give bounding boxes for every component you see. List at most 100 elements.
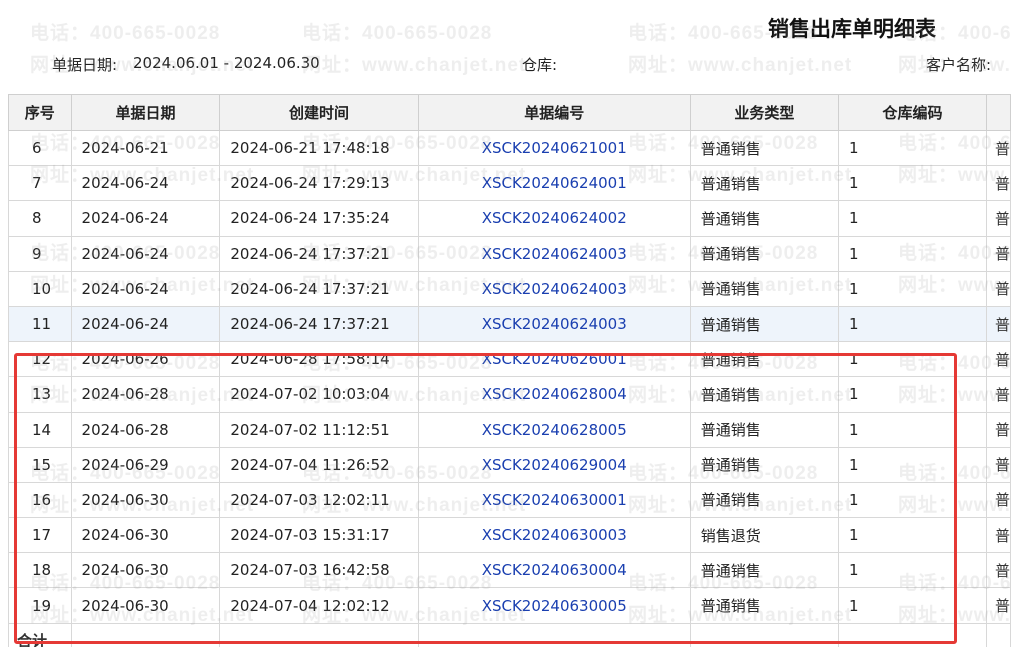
cell-overflow: 普: [985, 446, 1011, 483]
table-row[interactable]: 16 2024-06-30 2024-07-03 12:02:11 XSCK20240…: [8, 481, 1011, 519]
cell-doc-number-link[interactable]: XSCK20240626001: [417, 341, 691, 378]
cell-warehouse-code: 1: [837, 305, 987, 343]
total-cell: [837, 622, 987, 647]
table-row[interactable]: 7 2024-06-24 2024-06-24 17:29:13 XSCK202406…: [8, 165, 1011, 202]
table-row[interactable]: 11 2024-06-24 2024-06-24 17:37:21 XSCK20240…: [8, 305, 1011, 343]
warehouse-label: 仓库:: [522, 56, 558, 74]
cell-seq: 8: [8, 200, 72, 237]
cell-doc-date: 2024-06-30: [70, 552, 221, 589]
cell-doc-number-link[interactable]: XSCK20240624003: [417, 270, 691, 307]
cell-warehouse-code: 1: [837, 517, 987, 554]
cell-doc-number-link[interactable]: XSCK20240628004: [417, 376, 691, 413]
cell-doc-number-link[interactable]: XSCK20240624003: [417, 305, 691, 343]
cell-doc-number-link[interactable]: XSCK20240630001: [417, 481, 691, 519]
col-header-warehouse-code[interactable]: 仓库编码: [837, 94, 987, 131]
col-header-doc-date[interactable]: 单据日期: [70, 94, 221, 131]
cell-business-type: 普通销售: [689, 129, 839, 167]
col-header-business-type[interactable]: 业务类型: [689, 94, 839, 131]
table-row[interactable]: 8 2024-06-24 2024-06-24 17:35:24 XSCK202406…: [8, 200, 1011, 237]
cell-warehouse-code: 1: [837, 235, 987, 272]
cell-warehouse-code: 1: [837, 552, 987, 589]
cell-overflow: 普: [985, 165, 1011, 202]
cell-doc-number-link[interactable]: XSCK20240629004: [417, 446, 691, 483]
cell-seq: 10: [8, 270, 72, 307]
cell-overflow: 普: [985, 200, 1011, 237]
cell-seq: 7: [8, 165, 72, 202]
cell-warehouse-code: 1: [837, 587, 987, 624]
table-row[interactable]: 13 2024-06-28 2024-07-02 10:03:04 XSCK20240…: [8, 376, 1011, 413]
cell-warehouse-code: 1: [837, 411, 987, 448]
cell-doc-number-link[interactable]: XSCK20240630003: [417, 517, 691, 554]
cell-business-type: 普通销售: [689, 411, 839, 448]
report-title: 销售出库单明细表: [768, 17, 936, 41]
cell-warehouse-code: 1: [837, 270, 987, 307]
table-header-row: 序号 单据日期 创建时间 单据编号 业务类型 仓库编码: [8, 94, 1011, 131]
cell-created-time: 2024-07-02 10:03:04: [219, 376, 419, 413]
total-label: 合计: [8, 622, 72, 647]
table-row[interactable]: 17 2024-06-30 2024-07-03 15:31:17 XSCK20240…: [8, 517, 1011, 554]
watermark-phone-text: 电话：400-665-0028: [302, 23, 493, 44]
col-header-seq[interactable]: 序号: [8, 94, 72, 131]
cell-overflow: 普: [985, 129, 1011, 167]
total-cell: [70, 622, 221, 647]
cell-warehouse-code: 1: [837, 129, 987, 167]
cell-overflow: 普: [985, 552, 1011, 589]
cell-business-type: 普通销售: [689, 270, 839, 307]
cell-created-time: 2024-07-03 16:42:58: [219, 552, 419, 589]
cell-business-type: 普通销售: [689, 376, 839, 413]
table-row[interactable]: 14 2024-06-28 2024-07-02 11:12:51 XSCK20240…: [8, 411, 1011, 448]
total-cell: [417, 622, 691, 647]
date-range-label: 单据日期:: [52, 56, 118, 74]
cell-created-time: 2024-06-24 17:29:13: [219, 165, 419, 202]
cell-business-type: 普通销售: [689, 165, 839, 202]
cell-doc-number-link[interactable]: XSCK20240621001: [417, 129, 691, 167]
cell-overflow: 普: [985, 305, 1011, 343]
table-row[interactable]: 12 2024-06-26 2024-06-28 17:58:14 XSCK20240…: [8, 341, 1011, 378]
cell-doc-number-link[interactable]: XSCK20240628005: [417, 411, 691, 448]
cell-doc-date: 2024-06-24: [70, 200, 221, 237]
cell-overflow: 普: [985, 481, 1011, 519]
col-header-doc-number[interactable]: 单据编号: [417, 94, 691, 131]
cell-doc-number-link[interactable]: XSCK20240630004: [417, 552, 691, 589]
cell-seq: 15: [8, 446, 72, 483]
cell-doc-date: 2024-06-26: [70, 341, 221, 378]
cell-seq: 13: [8, 376, 72, 413]
cell-business-type: 普通销售: [689, 446, 839, 483]
cell-created-time: 2024-07-04 12:02:12: [219, 587, 419, 624]
cell-warehouse-code: 1: [837, 341, 987, 378]
cell-created-time: 2024-07-02 11:12:51: [219, 411, 419, 448]
table-row[interactable]: 9 2024-06-24 2024-06-24 17:37:21 XSCK202406…: [8, 235, 1011, 272]
cell-doc-date: 2024-06-24: [70, 305, 221, 343]
table-row[interactable]: 15 2024-06-29 2024-07-04 11:26:52 XSCK20240…: [8, 446, 1011, 483]
cell-doc-number-link[interactable]: XSCK20240630005: [417, 587, 691, 624]
cell-warehouse-code: 1: [837, 376, 987, 413]
cell-doc-number-link[interactable]: XSCK20240624002: [417, 200, 691, 237]
cell-overflow: 普: [985, 270, 1011, 307]
table-row[interactable]: 18 2024-06-30 2024-07-03 16:42:58 XSCK20240…: [8, 552, 1011, 589]
filter-info-bar: 单据日期: 2024.06.01 - 2024.06.30 仓库: 客户名称:: [0, 52, 1011, 76]
cell-doc-number-link[interactable]: XSCK20240624001: [417, 165, 691, 202]
cell-doc-date: 2024-06-24: [70, 165, 221, 202]
cell-overflow: 普: [985, 376, 1011, 413]
cell-doc-date: 2024-06-28: [70, 376, 221, 413]
cell-created-time: 2024-06-28 17:58:14: [219, 341, 419, 378]
cell-doc-date: 2024-06-30: [70, 481, 221, 519]
cell-business-type: 普通销售: [689, 552, 839, 589]
col-header-created-time[interactable]: 创建时间: [219, 94, 419, 131]
col-header-overflow: [985, 94, 1011, 131]
cell-overflow: 普: [985, 235, 1011, 272]
cell-overflow: 普: [985, 411, 1011, 448]
cell-seq: 19: [8, 587, 72, 624]
cell-doc-date: 2024-06-30: [70, 587, 221, 624]
sales-outbound-detail-table: 序号 单据日期 创建时间 单据编号 业务类型 仓库编码 6 2024-06-21 2…: [8, 94, 1011, 647]
cell-business-type: 普通销售: [689, 587, 839, 624]
table-row[interactable]: 19 2024-06-30 2024-07-04 12:02:12 XSCK20240…: [8, 587, 1011, 624]
cell-doc-number-link[interactable]: XSCK20240624003: [417, 235, 691, 272]
cell-created-time: 2024-07-03 12:02:11: [219, 481, 419, 519]
cell-created-time: 2024-07-04 11:26:52: [219, 446, 419, 483]
table-row[interactable]: 6 2024-06-21 2024-06-21 17:48:18 XSCK202406…: [8, 129, 1011, 167]
total-cell: [985, 622, 1011, 647]
table-row[interactable]: 10 2024-06-24 2024-06-24 17:37:21 XSCK20240…: [8, 270, 1011, 307]
cell-business-type: 普通销售: [689, 305, 839, 343]
cell-doc-date: 2024-06-28: [70, 411, 221, 448]
